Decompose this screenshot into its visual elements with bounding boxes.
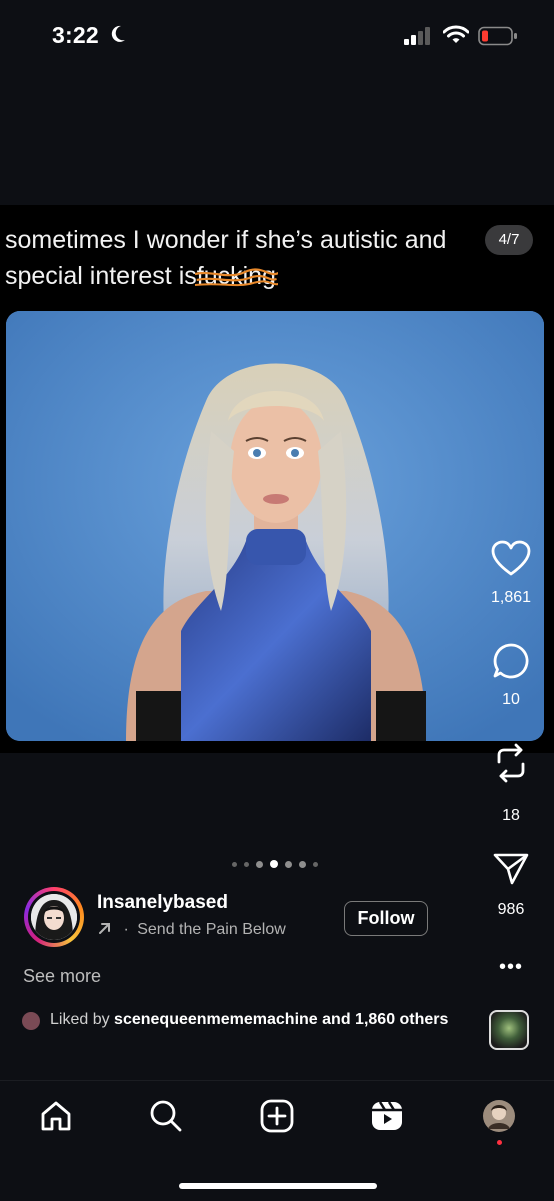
pagination-dot bbox=[232, 861, 237, 867]
audio-thumbnail[interactable] bbox=[489, 1010, 529, 1050]
slide-counter: 4/7 bbox=[485, 225, 533, 255]
liked-by-user[interactable]: scenequeenmememachine bbox=[114, 1011, 318, 1028]
like-count: 1,861 bbox=[490, 589, 532, 606]
post-caption: sometimes I wonder if she’s autistic and… bbox=[5, 222, 545, 294]
like-action[interactable]: 1,861 bbox=[481, 540, 541, 607]
scribble-strike bbox=[194, 268, 278, 287]
cellular-signal-icon bbox=[404, 27, 430, 45]
pagination-dot bbox=[299, 860, 306, 868]
heart-icon[interactable] bbox=[491, 540, 531, 578]
avatar[interactable] bbox=[31, 894, 77, 940]
author-username[interactable]: Insanelybased bbox=[97, 892, 228, 914]
home-indicator bbox=[179, 1183, 377, 1189]
liked-by-avatar bbox=[22, 1012, 40, 1030]
follow-button[interactable]: Follow bbox=[344, 901, 428, 936]
struck-word: fucking bbox=[194, 262, 278, 290]
audio-row[interactable]: · Send the Pain Below bbox=[97, 920, 286, 939]
comment-icon[interactable] bbox=[492, 642, 530, 680]
pagination-dot bbox=[244, 861, 249, 867]
wifi-icon bbox=[443, 25, 469, 43]
home-icon[interactable] bbox=[38, 1098, 74, 1134]
audio-label: Send the Pain Below bbox=[137, 921, 286, 938]
caption-line-1: sometimes I wonder if she’s autistic and bbox=[5, 226, 447, 254]
pagination-dot-active bbox=[270, 860, 278, 868]
author-avatar-story-ring[interactable] bbox=[24, 887, 84, 947]
liked-by-others[interactable]: and 1,860 others bbox=[322, 1011, 448, 1028]
post-photo[interactable] bbox=[6, 311, 544, 741]
reels-icon[interactable] bbox=[369, 1098, 405, 1134]
status-time: 3:22 bbox=[52, 22, 99, 48]
arrow-up-right-icon bbox=[99, 923, 110, 934]
share-count: 986 bbox=[497, 901, 525, 918]
pagination-dot bbox=[313, 861, 318, 867]
carousel-pagination bbox=[232, 860, 318, 868]
anime-avatar-icon bbox=[31, 894, 77, 940]
moon-icon bbox=[111, 25, 125, 42]
profile-avatar[interactable] bbox=[481, 1098, 517, 1134]
create-icon[interactable] bbox=[259, 1098, 295, 1134]
more-options-icon[interactable]: ••• bbox=[492, 956, 530, 978]
audio-separator: · bbox=[123, 921, 129, 938]
repost-icon[interactable] bbox=[493, 742, 529, 784]
notification-dot bbox=[497, 1140, 502, 1145]
caption-line-2: special interest is bbox=[5, 262, 197, 290]
liked-by-text: Liked by scenequeenmememachine and 1,860… bbox=[50, 1011, 449, 1028]
share-action[interactable]: 986 bbox=[481, 852, 541, 919]
send-icon[interactable] bbox=[493, 852, 529, 886]
see-more-link[interactable]: See more bbox=[23, 966, 101, 987]
repost-count: 18 bbox=[502, 807, 520, 824]
search-icon[interactable] bbox=[148, 1098, 184, 1134]
pagination-dot bbox=[285, 860, 292, 868]
portrait-illustration bbox=[6, 311, 544, 741]
battery-low-icon bbox=[478, 26, 517, 46]
repost-action[interactable]: 18 bbox=[481, 742, 541, 825]
comment-count: 10 bbox=[502, 691, 520, 708]
comment-action[interactable]: 10 bbox=[481, 642, 541, 709]
pagination-dot bbox=[256, 860, 263, 868]
